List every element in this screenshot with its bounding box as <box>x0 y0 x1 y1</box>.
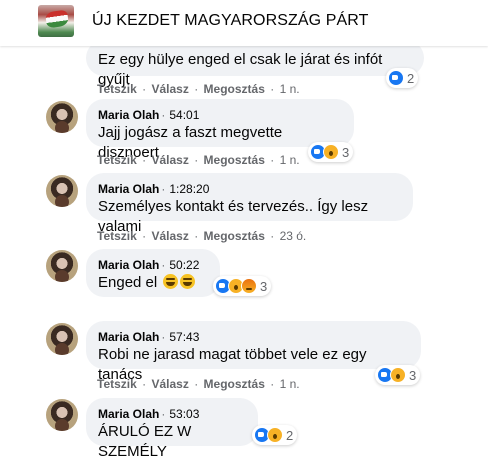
reaction-summary[interactable]: 2 <box>252 425 298 445</box>
reaction-summary[interactable]: 3 <box>308 142 354 162</box>
like-link[interactable]: Tetszik <box>97 153 137 167</box>
wow-reaction-icon <box>390 367 406 383</box>
comment-bubble: Maria Olah · 54:01 Jajj jogász a faszt meg… <box>86 99 354 161</box>
angry-reaction-icon <box>241 278 257 294</box>
wow-reaction-icon <box>267 427 283 443</box>
comment-timestamp[interactable]: 50:22 <box>169 258 199 272</box>
reply-link[interactable]: Válasz <box>151 229 188 243</box>
reaction-count: 3 <box>409 367 417 383</box>
share-link[interactable]: Megosztás <box>204 229 265 243</box>
comment-timestamp[interactable]: 1:28:20 <box>169 182 209 196</box>
reaction-count: 2 <box>286 427 294 443</box>
comment-timestamp[interactable]: 53:03 <box>169 407 199 421</box>
user-avatar[interactable] <box>46 399 78 431</box>
user-avatar[interactable] <box>46 175 78 207</box>
reaction-summary[interactable]: 3 <box>213 276 272 296</box>
like-link[interactable]: Tetszik <box>97 229 137 243</box>
laughing-emoji-icon <box>163 274 179 289</box>
comment-actions: Tetszik · Válasz · Megosztás · 1 n. <box>97 153 300 167</box>
comment-age[interactable]: 1 n. <box>280 82 300 96</box>
user-avatar[interactable] <box>46 101 78 133</box>
comment-actions: Tetszik · Válasz · Megosztás · 23 ó. <box>97 229 307 243</box>
comment-author[interactable]: Maria Olah <box>98 182 159 196</box>
comment-age[interactable]: 1 n. <box>280 153 300 167</box>
comment-actions: Tetszik · Válasz · Megosztás · 1 n. <box>97 82 300 96</box>
reply-link[interactable]: Válasz <box>151 153 188 167</box>
user-avatar[interactable] <box>46 250 78 282</box>
comment-age[interactable]: 1 n. <box>280 377 300 391</box>
comment-actions: Tetszik · Válasz · Megosztás · 1 n. <box>97 377 300 391</box>
comment-bubble: Maria Olah · 50:22 Enged el <box>86 249 220 297</box>
comment-author[interactable]: Maria Olah <box>98 330 159 344</box>
comment-timestamp[interactable]: 54:01 <box>169 108 199 122</box>
user-avatar[interactable] <box>46 323 78 355</box>
page-logo[interactable] <box>38 5 74 37</box>
like-link[interactable]: Tetszik <box>97 82 137 96</box>
comment-author[interactable]: Maria Olah <box>98 258 159 272</box>
like-reaction-icon <box>388 70 404 86</box>
comment-bubble: Maria Olah · 57:43 Robi ne jarasd magat tö… <box>86 321 421 383</box>
wow-reaction-icon <box>323 144 339 160</box>
laughing-emoji-icon <box>180 274 196 289</box>
share-link[interactable]: Megosztás <box>204 153 265 167</box>
reaction-summary[interactable]: 2 <box>386 68 419 88</box>
reply-link[interactable]: Válasz <box>151 377 188 391</box>
comment-author[interactable]: Maria Olah <box>98 407 159 421</box>
comment-text: Enged el <box>98 274 158 291</box>
page-title[interactable]: ÚJ KEZDET MAGYARORSZÁG PÁRT <box>92 12 369 30</box>
comment-bubble: Maria Olah · 53:03 ÁRULÓ EZ W SZEMÉLY <box>86 398 258 460</box>
reaction-count: 2 <box>407 70 415 86</box>
reaction-count: 3 <box>260 278 268 294</box>
hungary-flag-map-logo <box>44 9 70 29</box>
like-link[interactable]: Tetszik <box>97 377 137 391</box>
comment-age[interactable]: 23 ó. <box>280 229 307 243</box>
share-link[interactable]: Megosztás <box>204 82 265 96</box>
reply-link[interactable]: Válasz <box>151 82 188 96</box>
comment-timestamp[interactable]: 57:43 <box>169 330 199 344</box>
share-link[interactable]: Megosztás <box>204 377 265 391</box>
page-header: ÚJ KEZDET MAGYARORSZÁG PÁRT <box>0 0 488 46</box>
comment-bubble: Maria Olah · 1:28:20 Személyes kontakt és … <box>86 173 413 235</box>
comment-author[interactable]: Maria Olah <box>98 108 159 122</box>
reaction-count: 3 <box>342 144 350 160</box>
reaction-summary[interactable]: 3 <box>375 365 421 385</box>
comment-text: ÁRULÓ EZ W SZEMÉLY <box>98 423 192 460</box>
